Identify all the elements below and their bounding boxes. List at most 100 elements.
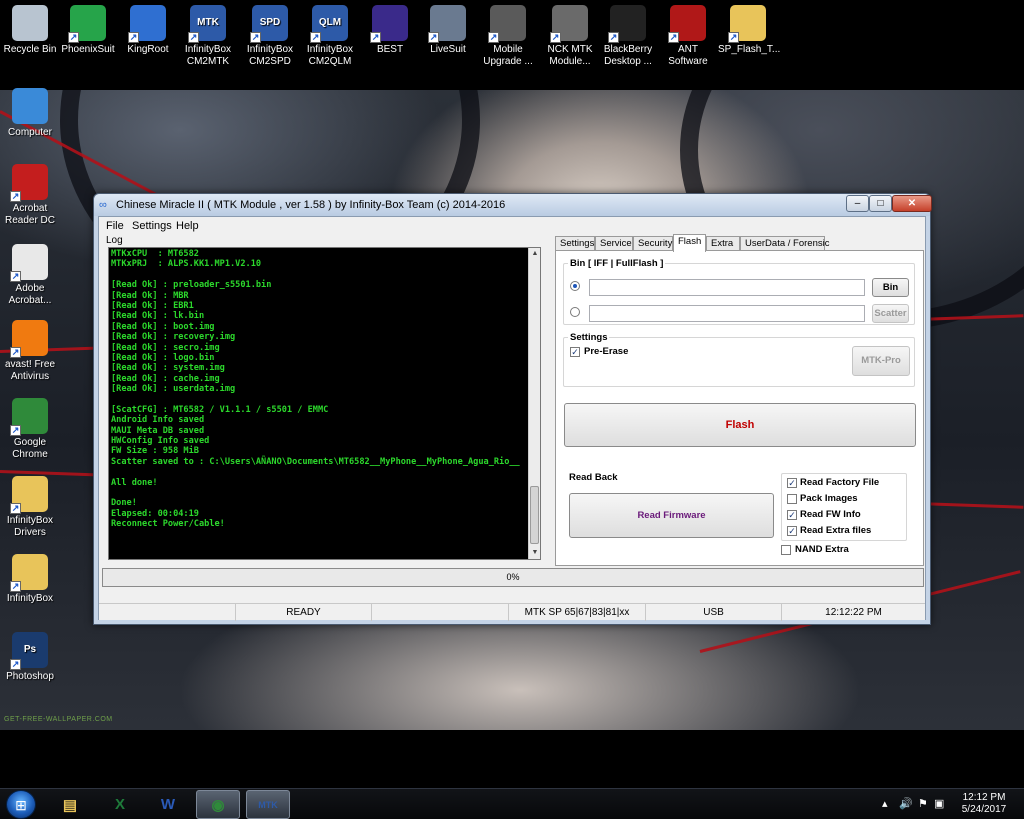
option-checkbox[interactable]: ✓ [787,510,797,520]
maximize-button[interactable]: □ [869,195,892,212]
log-panel[interactable]: MTKxCPU : MT6582 MTKxPRJ : ALPS.KK1.MP1.V… [108,247,541,560]
progress-bar: 0% [102,568,924,587]
desktop-icon-ant-software[interactable]: ↗ ANT Software [658,5,718,68]
volume-icon[interactable]: 🔊 [899,797,913,810]
scatter-path-field[interactable] [589,305,865,322]
minimize-button[interactable]: – [846,195,869,212]
log-line: [Read Ok] : logo.bin [111,352,215,363]
desktop-icon-livesuit[interactable]: ↗ LiveSuit [418,5,478,56]
windows-start-icon[interactable]: ⊞ [6,790,36,819]
shortcut-arrow-icon: ↗ [310,32,321,43]
close-button[interactable]: ✕ [892,195,932,212]
nand-extra-checkbox[interactable] [781,545,791,555]
desktop-icon-best[interactable]: ↗ BEST [360,5,420,56]
folder-icon: ↗ [10,554,48,592]
desktop-icon-label: KingRoot [127,44,169,55]
desktop-icon-kingroot[interactable]: ↗ KingRoot [118,5,178,56]
option-label: Read Extra files [800,525,872,536]
desktop-icon-blackberry[interactable]: ↗ BlackBerry Desktop ... [598,5,658,68]
shortcut-arrow-icon: ↗ [10,425,21,436]
chrome-icon[interactable]: ◉ [196,790,240,819]
desktop-icon-computer[interactable]: Computer [0,88,60,139]
tab-userdata-forensic[interactable]: UserData / Forensic [740,236,829,251]
desktop-icon-label: InfinityBox CM2SPD [246,44,294,67]
bin-path-field[interactable] [589,279,865,296]
desktop-icon-folder[interactable]: ↗ InfinityBox [0,554,60,605]
menu-file[interactable]: File [106,220,124,232]
tab-security[interactable]: Security [633,236,673,251]
desktop-icon-label: LiveSuit [430,44,466,55]
read-firmware-button[interactable]: Read Firmware [569,493,774,538]
desktop-icon-gear[interactable]: ↗ Mobile Upgrade ... [478,5,538,68]
shortcut-arrow-icon: ↗ [68,32,79,43]
log-scroll-thumb[interactable] [530,486,539,544]
flash-button[interactable]: Flash [564,403,916,447]
desktop-icon-folder[interactable]: ↗ SP_Flash_T... [718,5,780,56]
tab-settings[interactable]: Settings [555,236,595,251]
menu-bar: File Settings Help [99,217,925,235]
bin-radio[interactable] [570,281,580,291]
tab-flash[interactable]: Flash [673,234,706,252]
bin-button[interactable]: Bin [872,278,909,297]
tab-extra[interactable]: Extra [706,236,740,251]
show-hidden-icons-icon[interactable]: ▴ [882,797,888,810]
option-checkbox[interactable]: ✓ [787,478,797,488]
log-scrollbar[interactable]: ▲ ▼ [528,248,540,559]
scatter-radio[interactable] [570,307,580,317]
read-back-group: Read Back Read Firmware ✓ Read Factory Fi… [563,469,915,573]
desktop-icon-phone[interactable]: ↗ NCK MTK Module... [540,5,600,68]
scatter-button[interactable]: Scatter [872,304,909,323]
shortcut-arrow-icon: ↗ [428,32,439,43]
network-icon[interactable]: ▣ [934,797,944,810]
option-label: Read FW Info [800,509,861,520]
mtk-pro-button[interactable]: MTK-Pro [852,346,910,376]
bin-group-title: Bin [ IFF | FullFlash ] [568,258,666,269]
desktop-icon-folder[interactable]: ↗ InfinityBox Drivers [0,476,60,539]
pre-erase-checkbox[interactable]: ✓ [570,347,580,357]
desktop-icon-adobe-acrobat[interactable]: ↗ Adobe Acrobat... [0,244,60,307]
checkmark-icon: ✓ [571,347,579,357]
option-checkbox[interactable]: ✓ [787,526,797,536]
shortcut-arrow-icon: ↗ [10,191,21,202]
desktop-icon-phoenixsuit[interactable]: ↗ PhoenixSuit [58,5,118,56]
desktop-icon-infinitybox-cm2spd[interactable]: SPD ↗ InfinityBox CM2SPD [240,5,300,68]
read-back-title: Read Back [567,472,620,483]
shortcut-arrow-icon: ↗ [370,32,381,43]
shortcut-arrow-icon: ↗ [250,32,261,43]
cm2-mtk-icon[interactable]: MTK [246,790,290,819]
flag-icon[interactable]: ⚑ [918,797,928,810]
tab-service[interactable]: Service [595,236,633,251]
explorer-icon[interactable]: ▤ [48,790,92,819]
status-cell-1 [99,604,236,621]
log-line: MTKxCPU : MT6582 [111,249,199,259]
desktop-icon-infinitybox-cm2qlm[interactable]: QLM ↗ InfinityBox CM2QLM [300,5,360,68]
infinitybox-cm2spd-icon: SPD ↗ [250,5,288,43]
log-line: All done! [111,477,158,488]
bin-group: Bin [ IFF | FullFlash ] Bin Scatter [563,258,915,325]
desktop-icon-label: BEST [376,44,404,55]
shortcut-arrow-icon: ↗ [668,32,679,43]
desktop-icon-label: Google Chrome [12,437,48,460]
desktop-icon-label: Acrobat Reader DC [4,203,56,226]
desktop-icon-recycle-bin[interactable]: Recycle Bin [0,5,60,56]
word-icon[interactable]: W [146,790,190,819]
system-clock[interactable]: 12:12 PM 5/24/2017 [950,792,1018,816]
excel-icon[interactable]: X [98,790,142,819]
desktop-icon-photoshop[interactable]: Ps ↗ Photoshop [0,632,60,683]
desktop-icon-label: Adobe Acrobat... [8,283,52,306]
menu-settings[interactable]: Settings [132,220,172,232]
desktop-icon-avast[interactable]: ↗ avast! Free Antivirus [0,320,60,383]
scroll-up-icon[interactable]: ▲ [529,248,540,260]
log-line: [Read Ok] : preloader_s5501.bin [111,280,272,291]
log-line: Done! [111,498,137,509]
shortcut-arrow-icon: ↗ [128,32,139,43]
scroll-down-icon[interactable]: ▼ [529,547,540,559]
menu-help[interactable]: Help [176,220,199,232]
option-checkbox[interactable] [787,494,797,504]
desktop-icon-infinitybox-cm2mtk[interactable]: MTK ↗ InfinityBox CM2MTK [178,5,238,68]
log-line: [Read Ok] : lk.bin [111,311,205,322]
desktop-icon-chrome[interactable]: ↗ Google Chrome [0,398,60,461]
title-bar[interactable]: ∞ Chinese Miracle II ( MTK Module , ver … [94,194,932,216]
desktop-icon-acrobat-reader[interactable]: ↗ Acrobat Reader DC [0,164,60,227]
